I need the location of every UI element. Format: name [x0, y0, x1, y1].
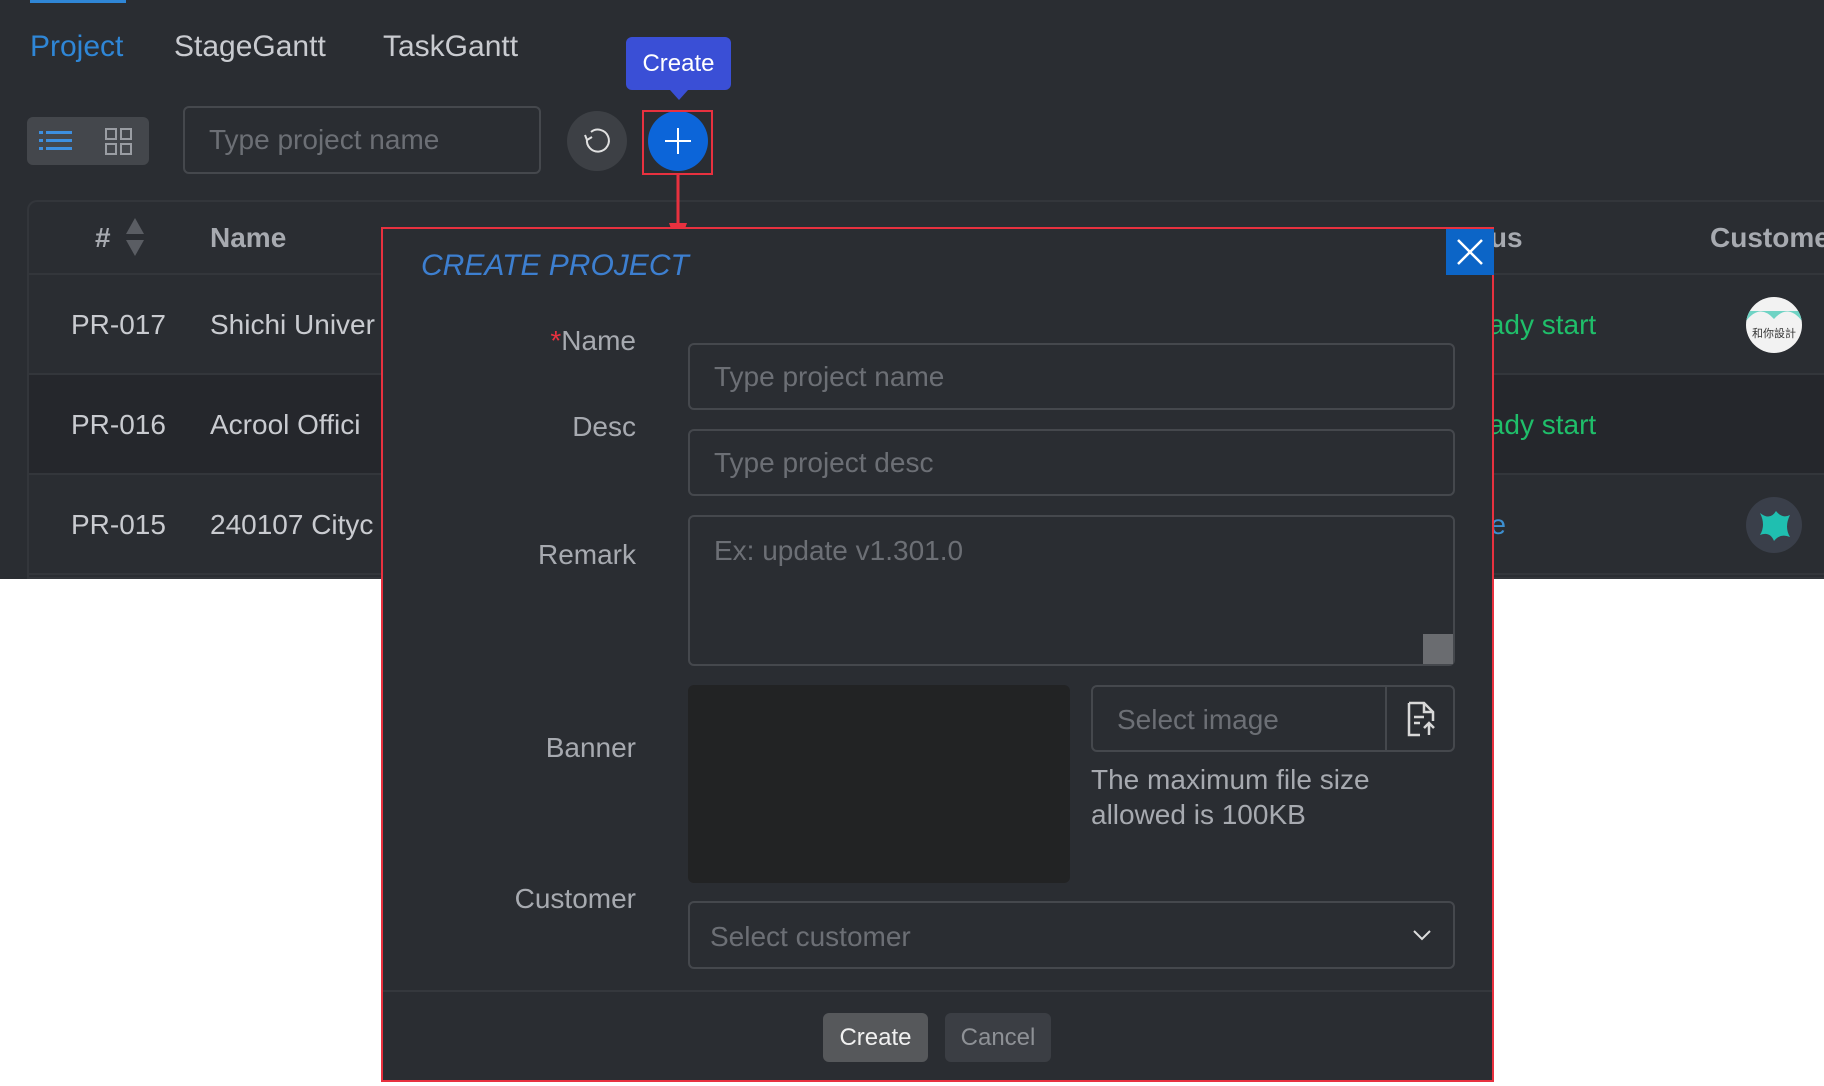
row-name: Acrool Offici	[210, 409, 361, 440]
row-name: Shichi Univer	[210, 309, 375, 340]
row-name: 240107 Cityc	[210, 509, 374, 540]
active-tab-indicator	[30, 0, 126, 3]
select-image-placeholder: Select image	[1117, 704, 1279, 735]
sort-icon[interactable]	[124, 216, 146, 258]
close-button[interactable]	[1446, 229, 1494, 275]
create-tooltip: Create	[626, 37, 731, 100]
project-search-input[interactable]	[183, 106, 541, 174]
name-input[interactable]	[688, 343, 1455, 410]
footer-divider	[383, 990, 1492, 992]
banner-label: Banner	[545, 732, 636, 763]
customer-label: Customer	[514, 883, 636, 914]
file-size-help: The maximum file size allowed is 100KB	[1091, 764, 1370, 830]
desc-label: Desc	[572, 411, 636, 442]
refresh-button[interactable]	[567, 111, 627, 171]
list-icon[interactable]	[39, 129, 73, 153]
file-upload-icon[interactable]	[1406, 701, 1438, 737]
tab-stagegantt[interactable]: StageGantt	[174, 30, 326, 64]
close-icon	[1457, 239, 1483, 265]
modal-title: CREATE PROJECT	[421, 249, 689, 282]
banner-preview	[688, 685, 1070, 883]
cancel-button[interactable]: Cancel	[945, 1013, 1051, 1062]
desc-input[interactable]	[688, 429, 1455, 496]
header-customer: Customer	[1710, 222, 1824, 253]
customer-placeholder: Select customer	[710, 921, 911, 952]
customer-avatar	[1746, 497, 1802, 553]
row-id: PR-016	[71, 409, 166, 440]
remark-textarea[interactable]	[688, 515, 1455, 666]
required-mark: *	[550, 325, 562, 356]
tab-taskgantt[interactable]: TaskGantt	[383, 30, 518, 64]
highlight-box	[642, 110, 713, 175]
create-button[interactable]: Create	[823, 1013, 928, 1062]
select-image-input[interactable]: Select image	[1091, 685, 1455, 752]
view-toggle	[27, 117, 149, 165]
chevron-down-icon	[1413, 930, 1431, 941]
grid-icon[interactable]	[105, 128, 133, 156]
svg-text:和你設計: 和你設計	[1752, 326, 1796, 340]
tab-project[interactable]: Project	[30, 30, 123, 64]
name-label: *Name	[550, 325, 636, 357]
customer-select[interactable]: Select customer	[688, 901, 1455, 969]
row-id: PR-015	[71, 509, 166, 540]
name-label-text: Name	[561, 325, 636, 356]
customer-avatar: 和你設計	[1746, 297, 1802, 353]
header-id: #	[95, 222, 111, 253]
create-project-modal: CREATE PROJECT *Name Desc Remark Banner …	[381, 227, 1494, 1082]
row-id: PR-017	[71, 309, 166, 340]
resize-handle[interactable]	[1423, 634, 1453, 664]
refresh-icon	[584, 128, 610, 153]
header-name: Name	[210, 222, 287, 253]
divider	[1385, 687, 1387, 750]
remark-label: Remark	[537, 539, 636, 570]
